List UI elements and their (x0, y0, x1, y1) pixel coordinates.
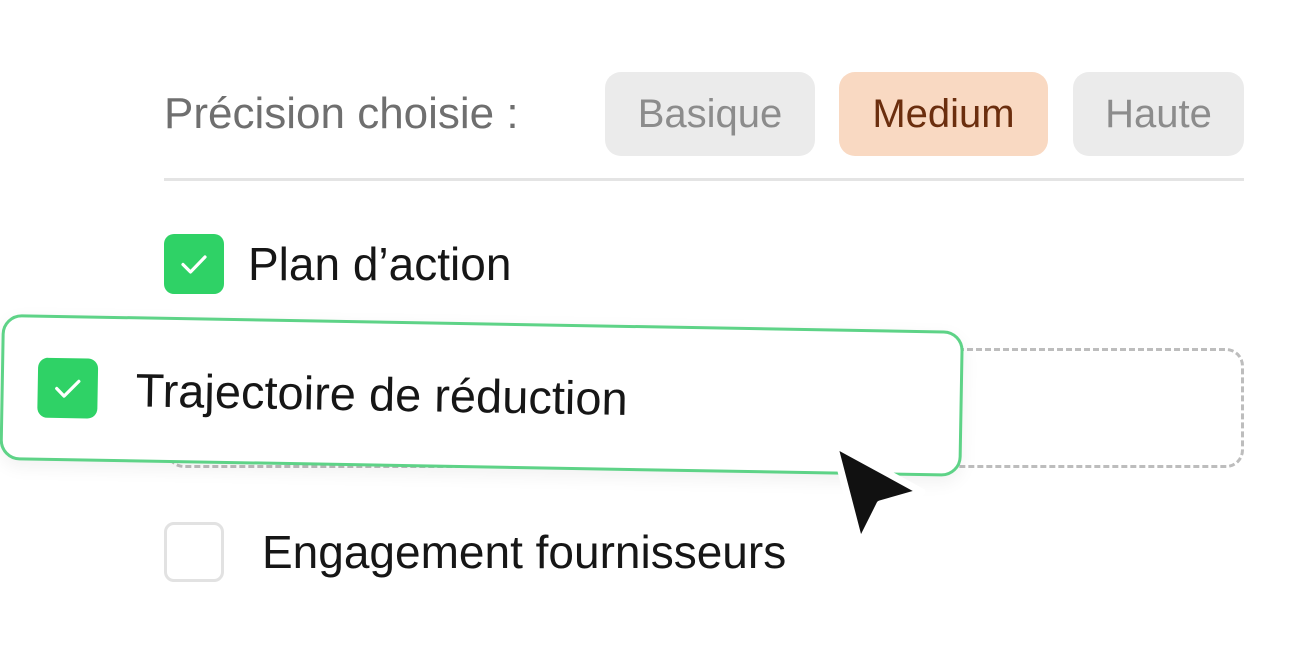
dragged-item-trajectoire[interactable]: Trajectoire de réduction (0, 314, 964, 477)
checkbox-plan-action[interactable] (164, 234, 224, 294)
item-label: Plan d’action (248, 238, 512, 290)
precision-option-haute[interactable]: Haute (1073, 72, 1244, 156)
checkbox-engagement-fournisseurs[interactable] (164, 522, 224, 582)
list-item-engagement-fournisseurs[interactable]: Engagement fournisseurs (164, 522, 786, 582)
list-item-plan-action[interactable]: Plan d’action (164, 234, 511, 294)
check-icon (55, 379, 81, 398)
item-label: Engagement fournisseurs (262, 526, 787, 578)
checkbox-trajectoire[interactable] (37, 357, 99, 419)
precision-option-basique[interactable]: Basique (605, 72, 815, 156)
check-icon (181, 255, 207, 274)
precision-label: Précision choisie : (164, 89, 519, 138)
divider (164, 178, 1244, 181)
item-label: Trajectoire de réduction (135, 362, 629, 425)
precision-option-medium[interactable]: Medium (839, 72, 1048, 156)
